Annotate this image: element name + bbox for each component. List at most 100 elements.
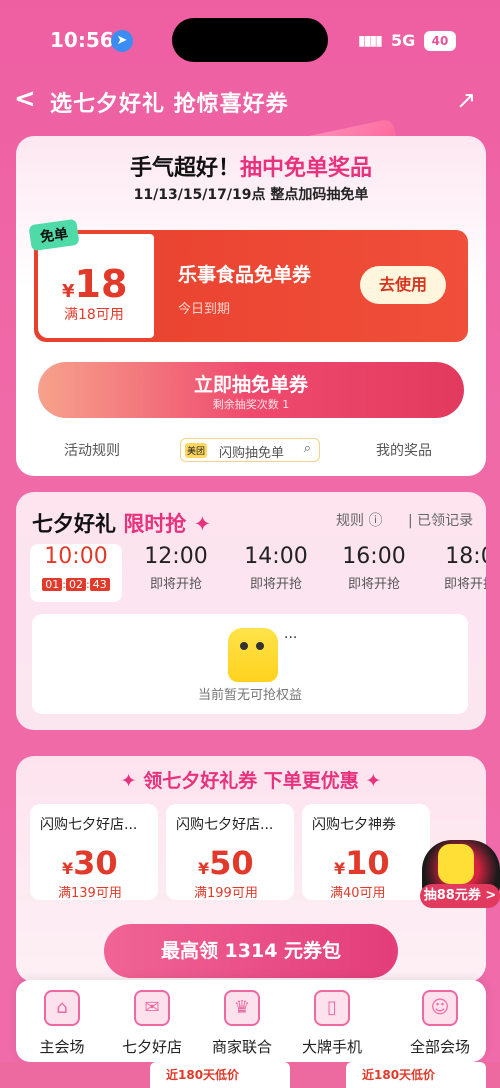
flash-sale-card: 七夕好礼 限时抢 ✦ 规则 ⓘ | 已领记录 10:00 01:02:43 12… — [16, 492, 486, 730]
page-title: 选七夕好礼 抢惊喜好券 — [50, 92, 289, 117]
coupon-condition: 满18可用 — [64, 307, 124, 323]
time-slot[interactable]: 12:00 即将开抢 — [130, 544, 222, 592]
my-prizes-link[interactable]: 我的奖品 — [376, 440, 432, 460]
tab-label: 七夕好店 — [121, 1038, 182, 1056]
currency-symbol: ¥ — [198, 859, 210, 878]
tab-main-venue[interactable]: ⌂ 主会场 — [18, 990, 106, 1057]
bottom-peek-strip: 近180天低价 近180天低价 — [0, 1062, 500, 1088]
coupon-expiry: 今日到期 — [178, 302, 231, 317]
location-icon: ➤ — [111, 30, 133, 52]
amount-value: 30 — [73, 844, 118, 882]
free-coupon[interactable]: ¥18 满18可用 免单 乐事食品免单券 今日到期 去使用 — [28, 218, 468, 342]
flash-title-prefix: 七夕好礼 — [32, 512, 116, 536]
slot-time: 14:00 — [244, 544, 308, 569]
coupon-item-condition: 满139可用 — [58, 886, 122, 901]
currency-symbol: ¥ — [62, 281, 75, 302]
house-icon: ⌂ — [44, 990, 80, 1026]
coupon-item-name: 闪购七夕好店... — [176, 817, 274, 833]
countdown-hours: 01 — [42, 578, 63, 591]
signal-icon: ▮▮▮▮ — [358, 33, 383, 49]
peek-label: 近180天低价 — [362, 1068, 436, 1082]
coupon-name: 乐事食品免单券 — [178, 264, 312, 286]
bottom-tab-bar: ⌂ 主会场 ✉ 七夕好店 ♛ 商家联合 ▯ 大牌手机 ☺ 全部会场 — [16, 980, 486, 1062]
coupon-item-amount: ¥50 — [198, 844, 254, 882]
time-slot[interactable]: 16:00 即将开抢 — [328, 544, 420, 592]
status-bar: 10:56 ➤ ▮▮▮▮ 5G 40 — [0, 0, 500, 80]
slot-time: 18:0 — [445, 544, 486, 569]
mascot-icon — [438, 844, 474, 884]
envelope-icon: ✉ — [134, 990, 170, 1026]
coupon-value-panel: ¥18 满18可用 — [38, 234, 154, 338]
empty-message: 当前暂无可抢权益 — [197, 688, 302, 703]
battery-icon: 40 — [424, 31, 456, 51]
time-slot[interactable]: 18:0 即将开抢 — [424, 544, 486, 592]
flash-title-highlight: 限时抢 — [123, 512, 187, 536]
coupon-item-amount: ¥30 — [62, 844, 118, 882]
rules-link[interactable]: 活动规则 — [64, 440, 120, 460]
draw-88-coupon-button[interactable]: 抽88元券 > — [420, 884, 500, 908]
draw-button-label: 立即抽免单券 — [193, 374, 308, 396]
coupon-item[interactable]: 闪购七夕神券 ¥10 满40可用 — [302, 804, 430, 901]
search-box[interactable]: 美团 闪购抽免单 ⌕ — [180, 438, 320, 462]
slot-status: 即将开抢 — [149, 577, 202, 592]
coupon-pack-title: ✦ 领七夕好礼券 下单更优惠 ✦ — [120, 770, 382, 792]
currency-symbol: ¥ — [62, 859, 74, 878]
meituan-tag: 美团 — [185, 443, 208, 458]
clock: 10:56 — [50, 28, 114, 52]
time-slot[interactable]: 14:00 即将开抢 — [230, 544, 322, 592]
product-card-peek[interactable]: 近180天低价 — [346, 1062, 486, 1088]
coupon-item-name: 闪购七夕神券 — [312, 817, 396, 833]
flash-rules-link[interactable]: 规则 ⓘ — [336, 510, 382, 530]
coupon-item[interactable]: 闪购七夕好店... ¥50 满199可用 — [166, 804, 294, 901]
tab-label: 商家联合 — [211, 1038, 272, 1056]
tab-all-venues[interactable]: ☺ 全部会场 — [396, 990, 484, 1057]
tab-label: 大牌手机 — [301, 1038, 362, 1056]
amount-value: 18 — [74, 262, 128, 306]
peek-label: 近180天低价 — [166, 1068, 240, 1082]
coupon-item-amount: ¥10 — [334, 844, 390, 882]
ellipsis-icon: ... — [284, 626, 298, 642]
empty-state: ... 当前暂无可抢权益 — [32, 614, 468, 714]
amount-value: 10 — [345, 844, 390, 882]
coupon-item[interactable]: 闪购七夕好店... ¥30 满139可用 — [30, 804, 158, 901]
header: < 选七夕好礼 抢惊喜好券 券 ↗ — [0, 80, 500, 202]
coupon-pack-card: ✦ 领七夕好礼券 下单更优惠 ✦ 闪购七夕好店... ¥30 满139可用 闪购… — [16, 756, 500, 982]
tab-label: 主会场 — [39, 1038, 85, 1056]
slot-status: 即将开抢 — [347, 577, 400, 592]
lottery-schedule: 11/13/15/17/19点 整点加码抽免单 — [133, 187, 369, 203]
use-coupon-button[interactable]: 去使用 — [360, 266, 446, 304]
amount-value: 50 — [209, 844, 254, 882]
tab-label: 全部会场 — [409, 1038, 470, 1056]
currency-symbol: ¥ — [334, 859, 346, 878]
back-arrow-icon[interactable]: < — [14, 84, 36, 114]
sparkle-icon: ✦ — [193, 512, 212, 536]
claim-coupon-pack-button[interactable]: 最高领 1314 元券包 — [104, 924, 398, 978]
countdown-seconds: 43 — [89, 578, 110, 591]
draw-button[interactable]: 立即抽免单券 剩余抽奖次数 1 — [38, 362, 464, 418]
time-slot-active[interactable]: 10:00 01:02:43 — [30, 544, 122, 602]
search-text: 闪购抽免单 — [219, 446, 285, 461]
share-icon[interactable]: ↗ — [456, 86, 476, 114]
coupon-list: 闪购七夕好店... ¥30 满139可用 闪购七夕好店... ¥50 满199可… — [30, 804, 500, 908]
search-icon: ⌕ — [303, 441, 311, 456]
mascot-bag-icon — [228, 628, 278, 682]
network-label: 5G — [391, 31, 416, 50]
slot-status: 即将开抢 — [443, 577, 486, 592]
claimed-records-link[interactable]: | 已领记录 — [408, 510, 473, 530]
headline-prefix: 手气超好！ — [129, 156, 240, 181]
tab-qixi-shops[interactable]: ✉ 七夕好店 — [108, 990, 196, 1057]
lottery-headline: 手气超好！抽中免单奖品 — [16, 150, 486, 182]
phone-icon: ▯ — [314, 990, 350, 1026]
slot-time: 16:00 — [342, 544, 406, 569]
flash-title: 七夕好礼 限时抢 ✦ — [32, 508, 211, 538]
product-card-peek[interactable]: 近180天低价 — [150, 1062, 290, 1088]
countdown: 01:02:43 — [42, 573, 110, 592]
time-slots: 10:00 01:02:43 12:00 即将开抢 14:00 即将开抢 16:00… — [30, 544, 486, 606]
draw-remaining: 剩余抽奖次数 1 — [212, 398, 290, 411]
tab-merchant-union[interactable]: ♛ 商家联合 — [198, 990, 286, 1057]
tab-brand-phones[interactable]: ▯ 大牌手机 — [288, 990, 376, 1057]
slot-status: 即将开抢 — [249, 577, 302, 592]
coupon-item-condition: 满40可用 — [330, 886, 386, 901]
crown-icon: ♛ — [224, 990, 260, 1026]
lottery-card: 手气超好！抽中免单奖品 11/13/15/17/19点 整点加码抽免单 ¥18 … — [16, 136, 486, 476]
